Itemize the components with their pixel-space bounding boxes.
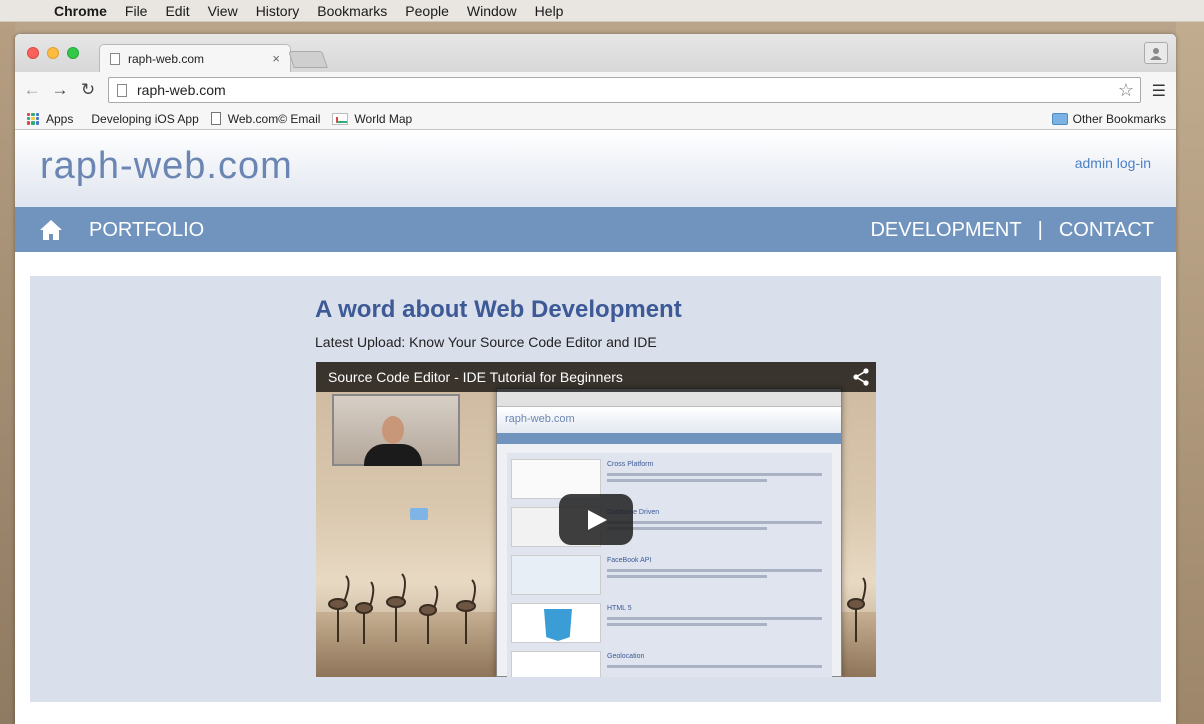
browser-toolbar: ← → ↻ raph-web.com ☆ ☰	[15, 72, 1176, 108]
bookmark-label: Developing iOS App	[91, 111, 199, 126]
page-icon	[117, 83, 127, 97]
bookmark-label: Web.com© Email	[227, 111, 321, 126]
desktop-background	[1176, 22, 1204, 724]
bookmark-apps[interactable]: Apps	[27, 112, 73, 126]
admin-login-link[interactable]: admin log-in	[1075, 155, 1151, 171]
new-tab-button[interactable]	[288, 51, 328, 68]
latest-upload-text: Latest Upload: Know Your Source Code Edi…	[315, 334, 657, 350]
nav-contact[interactable]: CONTACT	[1059, 219, 1154, 242]
inner-site-title: raph-web.com	[505, 413, 575, 425]
menu-icon[interactable]: ☰	[1152, 81, 1166, 101]
site-title[interactable]: raph-web.com	[40, 145, 293, 188]
menu-view[interactable]: View	[208, 3, 238, 19]
forward-icon[interactable]: →	[49, 80, 71, 100]
map-icon	[332, 112, 349, 125]
menu-people[interactable]: People	[405, 3, 449, 19]
bookmark-developing-ios[interactable]: Developing iOS App	[85, 112, 198, 126]
other-bookmarks-label: Other Bookmarks	[1072, 112, 1166, 126]
folder-icon	[1051, 113, 1068, 125]
profile-icon[interactable]	[1144, 42, 1168, 64]
tab-raph-web[interactable]: raph-web.com ×	[99, 44, 291, 72]
video-title-bar: Source Code Editor - IDE Tutorial for Be…	[316, 362, 876, 392]
menu-history[interactable]: History	[256, 3, 300, 19]
menu-file[interactable]: File	[125, 3, 148, 19]
content-heading: A word about Web Development	[315, 296, 682, 323]
nav-portfolio[interactable]: PORTFOLIO	[89, 219, 204, 242]
menu-chrome[interactable]: Chrome	[54, 3, 107, 19]
bookmark-world-map[interactable]: World Map	[332, 112, 412, 126]
nav-separator: |	[1037, 219, 1043, 241]
inner-item-title: Cross Platform	[607, 461, 654, 468]
apps-icon	[27, 112, 39, 125]
tab-strip: raph-web.com ×	[15, 34, 1176, 72]
site-nav: PORTFOLIO DEVELOPMENT | CONTACT	[15, 207, 1176, 252]
desktop-background	[0, 22, 15, 724]
menu-bookmarks[interactable]: Bookmarks	[317, 3, 387, 19]
tab-close-icon[interactable]: ×	[272, 51, 280, 66]
web-page: raph-web.com admin log-in PORTFOLIO DEVE…	[15, 130, 1176, 724]
content-panel: A word about Web Development Latest Uplo…	[30, 276, 1161, 702]
reload-icon[interactable]: ↻	[77, 80, 99, 100]
menu-edit[interactable]: Edit	[165, 3, 189, 19]
bookmark-label: Apps	[46, 111, 74, 126]
nav-right: DEVELOPMENT | CONTACT	[870, 219, 1154, 242]
address-bar[interactable]: raph-web.com ☆	[108, 77, 1141, 103]
url-text[interactable]: raph-web.com	[137, 82, 226, 98]
star-icon[interactable]: ☆	[1118, 80, 1134, 101]
play-icon[interactable]	[559, 494, 633, 545]
page-icon	[110, 52, 120, 65]
inner-browser-screenshot: raph-web.com Cross Platform Database Dri…	[496, 388, 842, 677]
nav-development[interactable]: DEVELOPMENT	[870, 219, 1021, 242]
page-icon	[210, 112, 221, 125]
macos-menubar: Chrome File Edit View History Bookmarks …	[0, 0, 1204, 22]
video-player[interactable]: raph-web.com Cross Platform Database Dri…	[316, 362, 876, 677]
video-title[interactable]: Source Code Editor - IDE Tutorial for Be…	[328, 369, 623, 385]
close-window-button[interactable]	[27, 47, 39, 59]
webcam-overlay	[332, 394, 460, 466]
browser-window: raph-web.com × ← → ↻ raph-web.com ☆ ☰ Ap…	[15, 34, 1176, 724]
minimize-window-button[interactable]	[47, 47, 59, 59]
bookmarks-bar: Apps Developing iOS App Web.com© Email W…	[15, 108, 1176, 130]
bookmark-label: World Map	[354, 111, 413, 126]
html5-logo	[544, 609, 572, 641]
tab-title: raph-web.com	[128, 51, 205, 66]
inner-item-title: Geolocation	[607, 653, 645, 660]
other-bookmarks[interactable]: Other Bookmarks	[1051, 112, 1166, 126]
site-header: raph-web.com admin log-in	[15, 130, 1176, 207]
menu-window[interactable]: Window	[467, 3, 517, 19]
home-icon[interactable]	[39, 219, 63, 241]
inner-item-title: HTML 5	[607, 605, 632, 612]
share-icon[interactable]	[852, 368, 870, 386]
menu-help[interactable]: Help	[535, 3, 564, 19]
folder-icon	[410, 508, 428, 520]
inner-item-title: FaceBook API	[607, 557, 652, 564]
back-icon[interactable]: ←	[21, 80, 43, 100]
bookmark-webcom-email[interactable]: Web.com© Email	[210, 111, 321, 126]
zoom-window-button[interactable]	[67, 47, 79, 59]
